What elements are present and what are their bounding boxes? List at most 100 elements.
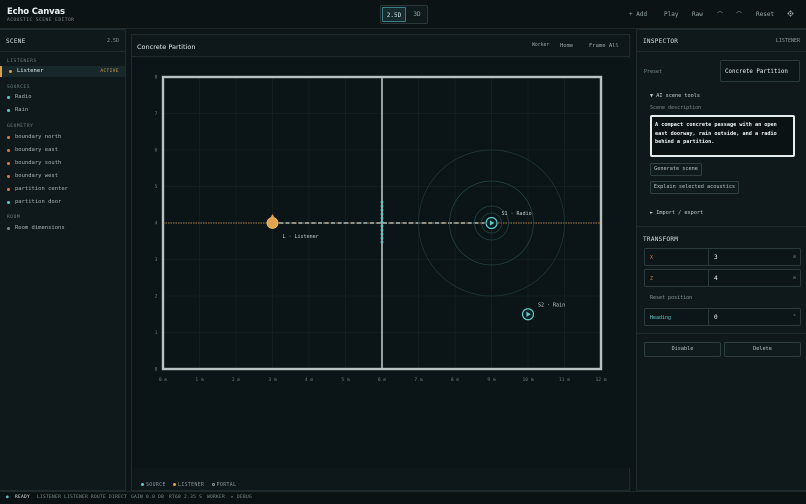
scene-item-boundary-north[interactable]: boundary north	[0, 132, 125, 143]
reset-position-button[interactable]: Reset position	[650, 295, 692, 301]
inspector-context: LISTENER	[775, 38, 800, 44]
x-tick-label: 4 m	[305, 377, 314, 383]
z-unit: m	[793, 276, 796, 281]
legend-portal: PORTAL	[216, 483, 237, 488]
scene-item-label: Rain	[15, 107, 29, 113]
field-divider	[708, 309, 709, 325]
viewport-panel: Concrete Partition Worker Home Frame All…	[131, 34, 631, 492]
wall-dot-icon	[7, 175, 10, 178]
field-divider	[708, 249, 709, 265]
app-title: Echo Canvas	[7, 7, 65, 17]
x-tick-label: 11 m	[559, 377, 570, 383]
x-tick-label: 10 m	[522, 377, 533, 383]
x-tick-label: 6 m	[378, 377, 387, 383]
scene-item-label: boundary west	[15, 173, 59, 179]
portal-legend-icon	[211, 483, 215, 486]
x-field[interactable]: X 3 m	[644, 248, 801, 266]
preset-value: Concrete Partition	[725, 69, 788, 75]
scene-item-partition-center[interactable]: partition center	[0, 184, 125, 195]
status-worker: WORKER	[207, 495, 226, 500]
raw-button[interactable]: Raw	[692, 11, 703, 18]
import-export-toggle[interactable]: ► Import / export	[650, 210, 703, 216]
gear-icon	[787, 10, 794, 17]
mode-3d-button[interactable]: 3D	[407, 7, 427, 22]
undo-icon	[717, 11, 723, 14]
settings-button[interactable]	[787, 10, 794, 19]
scene-canvas[interactable]: 0 m1 m2 m3 m4 m5 m6 m7 m8 m9 m 10 m 11 m 12…	[132, 35, 631, 492]
legend-source: SOURCE	[146, 483, 166, 488]
wall-dot-icon	[7, 136, 10, 139]
mode-2-5d-button[interactable]: 2.5D	[382, 7, 406, 22]
divider	[637, 333, 806, 334]
inspector-header: INSPECTOR LISTENER	[637, 30, 806, 52]
preset-select[interactable]: Concrete Partition	[720, 60, 800, 82]
scene-item-rain[interactable]: Rain	[0, 105, 125, 116]
scene-item-label: partition center	[15, 186, 68, 192]
listener-marker	[266, 217, 279, 229]
scene-item-partition-door[interactable]: partition door	[0, 197, 125, 208]
z-label: Z	[650, 276, 654, 282]
delete-button[interactable]: Delete	[724, 342, 801, 357]
field-divider	[708, 270, 709, 286]
z-field[interactable]: Z 4 m	[644, 269, 801, 287]
status-gain: GAIN 0.0 DB	[131, 495, 165, 500]
sources-section-label: SOURCES	[7, 85, 31, 90]
scene-item-label: boundary east	[15, 147, 59, 153]
wall-dot-icon	[7, 149, 10, 152]
x-tick-label: 0 m	[159, 377, 168, 383]
z-tick-label: 6	[155, 148, 158, 154]
view-mode-toggle: 2.5D 3D	[380, 5, 428, 24]
scene-item-boundary-east[interactable]: boundary east	[0, 145, 125, 156]
inspector-title: INSPECTOR	[643, 38, 679, 45]
reset-button[interactable]: Reset	[756, 11, 774, 18]
x-value: 3	[714, 254, 718, 261]
scene-panel-header: SCENE 2.5D	[0, 30, 125, 52]
add-button[interactable]: + Add	[629, 11, 647, 18]
app-subtitle: ACOUSTIC SCENE EDITOR	[7, 18, 75, 23]
scene-item-boundary-south[interactable]: boundary south	[0, 158, 125, 169]
z-tick-label: 5	[155, 184, 158, 190]
scene-mode-indicator: 2.5D	[106, 38, 119, 44]
scene-item-label: boundary north	[15, 134, 62, 140]
scene-item-label: Room dimensions	[15, 225, 65, 231]
scene-item-radio[interactable]: Radio	[0, 92, 125, 103]
disable-button[interactable]: Disable	[644, 342, 721, 357]
generate-scene-button[interactable]: Generate scene	[650, 163, 702, 176]
x-tick-label: 9 m	[487, 377, 496, 383]
status-ready: READY	[15, 495, 31, 500]
scene-item-listener[interactable]: Listener ACTIVE	[0, 66, 125, 77]
z-tick-label: 0	[155, 367, 158, 373]
legend-listener: LISTENER	[178, 483, 205, 488]
transform-title: TRANSFORM	[643, 236, 679, 243]
scene-item-boundary-west[interactable]: boundary west	[0, 171, 125, 182]
listener-legend-icon	[173, 483, 177, 486]
z-tick-label: 8	[155, 75, 158, 81]
x-tick-label: 3 m	[268, 377, 277, 383]
preset-label: Preset	[644, 69, 663, 75]
debug-toggle[interactable]: ▸ DEBUG	[231, 495, 252, 500]
divider	[637, 226, 806, 227]
listeners-section-label: LISTENERS	[7, 59, 37, 64]
inspector-panel: INSPECTOR LISTENER Preset Concrete Parti…	[636, 29, 806, 491]
x-tick-label: 5 m	[341, 377, 350, 383]
source-radio-label: S1 · Radio	[502, 211, 532, 217]
explain-acoustics-button[interactable]: Explain selected acoustics	[650, 181, 739, 194]
wall-dot-icon	[7, 188, 10, 191]
x-label: X	[650, 255, 654, 261]
room-dot-icon	[7, 227, 10, 230]
z-tick-label: 3	[155, 257, 158, 263]
x-tick-label: 1 m	[195, 377, 204, 383]
scene-description-textarea[interactable]: A compact concrete passage with an open …	[650, 115, 795, 157]
undo-button[interactable]	[717, 9, 723, 16]
x-tick-label: 8 m	[451, 377, 460, 383]
z-tick-label: 7	[155, 111, 158, 117]
play-button[interactable]: Play	[664, 11, 678, 18]
scene-item-room-dimensions[interactable]: Room dimensions	[0, 223, 125, 234]
listener-label: L · Listener	[283, 234, 319, 240]
redo-button[interactable]	[736, 9, 742, 16]
heading-field[interactable]: Heading 0 °	[644, 308, 801, 326]
ai-tools-toggle[interactable]: ▼ AI scene tools	[650, 93, 700, 99]
top-bar: Echo Canvas ACOUSTIC SCENE EDITOR 2.5D 3…	[0, 0, 806, 29]
heading-unit: °	[792, 314, 796, 320]
source-dot-icon	[7, 109, 10, 112]
